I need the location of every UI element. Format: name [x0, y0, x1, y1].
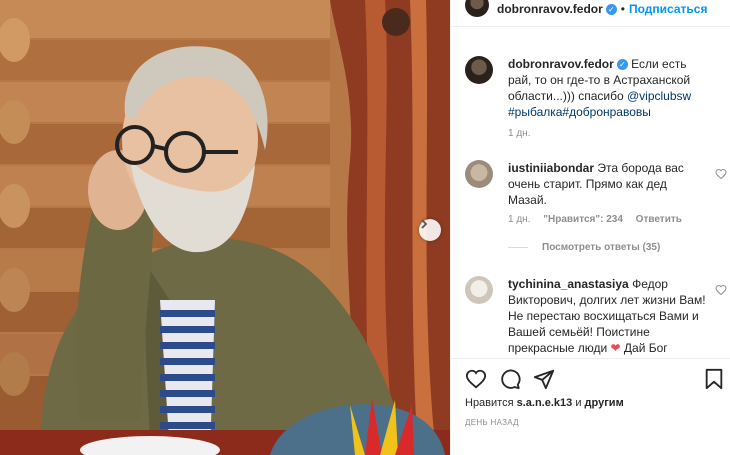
- caption-author[interactable]: dobronravov.fedor: [508, 57, 614, 71]
- caption-mention[interactable]: @vipclubsw: [627, 89, 691, 103]
- comment-icon[interactable]: [499, 368, 521, 390]
- caption-text: dobronravov.fedor ✓ Если есть рай, то он …: [508, 56, 708, 120]
- comment-text: iustiniiabondar Эта борода вас очень ста…: [508, 160, 708, 208]
- author-avatar[interactable]: [465, 0, 489, 17]
- header-divider: [451, 26, 730, 27]
- verified-icon: ✓: [605, 3, 617, 15]
- heart-icon[interactable]: [715, 168, 727, 180]
- likes-summary: Нравится s.a.n.e.k13 и другим: [465, 397, 624, 409]
- comment-time[interactable]: 1 дн.: [508, 214, 530, 225]
- comment-author[interactable]: iustiniiabondar: [508, 161, 594, 175]
- post-time[interactable]: ДЕНЬ НАЗАД: [465, 418, 519, 427]
- post-photo: [0, 0, 450, 455]
- follow-button[interactable]: Подписаться: [629, 2, 707, 16]
- heart-emoji: ❤: [610, 341, 621, 355]
- comments-list[interactable]: dobronravov.fedor ✓ Если есть рай, то он …: [451, 44, 730, 358]
- likes-connector: и: [575, 397, 582, 409]
- comment-body-end: Дай Бог: [623, 341, 668, 355]
- comment-avatar[interactable]: [465, 160, 493, 188]
- bookmark-icon[interactable]: [703, 368, 725, 390]
- actions-divider: [451, 358, 730, 359]
- view-replies-label: Посмотреть ответы (35): [542, 242, 661, 253]
- comment-author[interactable]: tychinina_anastasiya: [508, 277, 629, 291]
- caption-time[interactable]: 1 дн.: [508, 128, 530, 139]
- caption-meta: 1 дн.: [508, 128, 540, 139]
- comment-avatar[interactable]: [465, 276, 493, 304]
- caption-avatar[interactable]: [465, 56, 493, 84]
- next-photo-button[interactable]: [419, 219, 441, 241]
- heart-icon[interactable]: [465, 368, 487, 390]
- view-replies-button[interactable]: Посмотреть ответы (35): [508, 242, 660, 253]
- reply-button[interactable]: Ответить: [636, 214, 682, 225]
- likes-others[interactable]: другим: [585, 397, 624, 409]
- photo-illustration: [0, 0, 450, 455]
- next-arrow-icon: [421, 219, 428, 229]
- author-username[interactable]: dobronravov.fedor: [497, 2, 603, 16]
- comment-meta: 1 дн. "Нравится": 234 Ответить: [508, 214, 692, 225]
- share-icon[interactable]: [533, 368, 555, 390]
- likes-prefix: Нравится: [465, 397, 514, 409]
- heart-icon[interactable]: [715, 284, 727, 296]
- likes-user[interactable]: s.a.n.e.k13: [517, 397, 573, 409]
- comment-likes[interactable]: "Нравится": 234: [543, 214, 623, 225]
- verified-icon: ✓: [616, 59, 628, 71]
- caption-hashtags[interactable]: #рыбалка#добронравовы: [508, 105, 651, 119]
- comment-text: tychinina_anastasiya Федор Викторович, д…: [508, 276, 708, 356]
- header-separator: •: [620, 2, 625, 16]
- post-header: dobronravov.fedor ✓ • Подписаться: [451, 0, 730, 26]
- replies-line: [508, 247, 528, 248]
- action-bar: [451, 368, 730, 394]
- post-side-panel: dobronravov.fedor ✓ • Подписаться dobron…: [450, 0, 730, 455]
